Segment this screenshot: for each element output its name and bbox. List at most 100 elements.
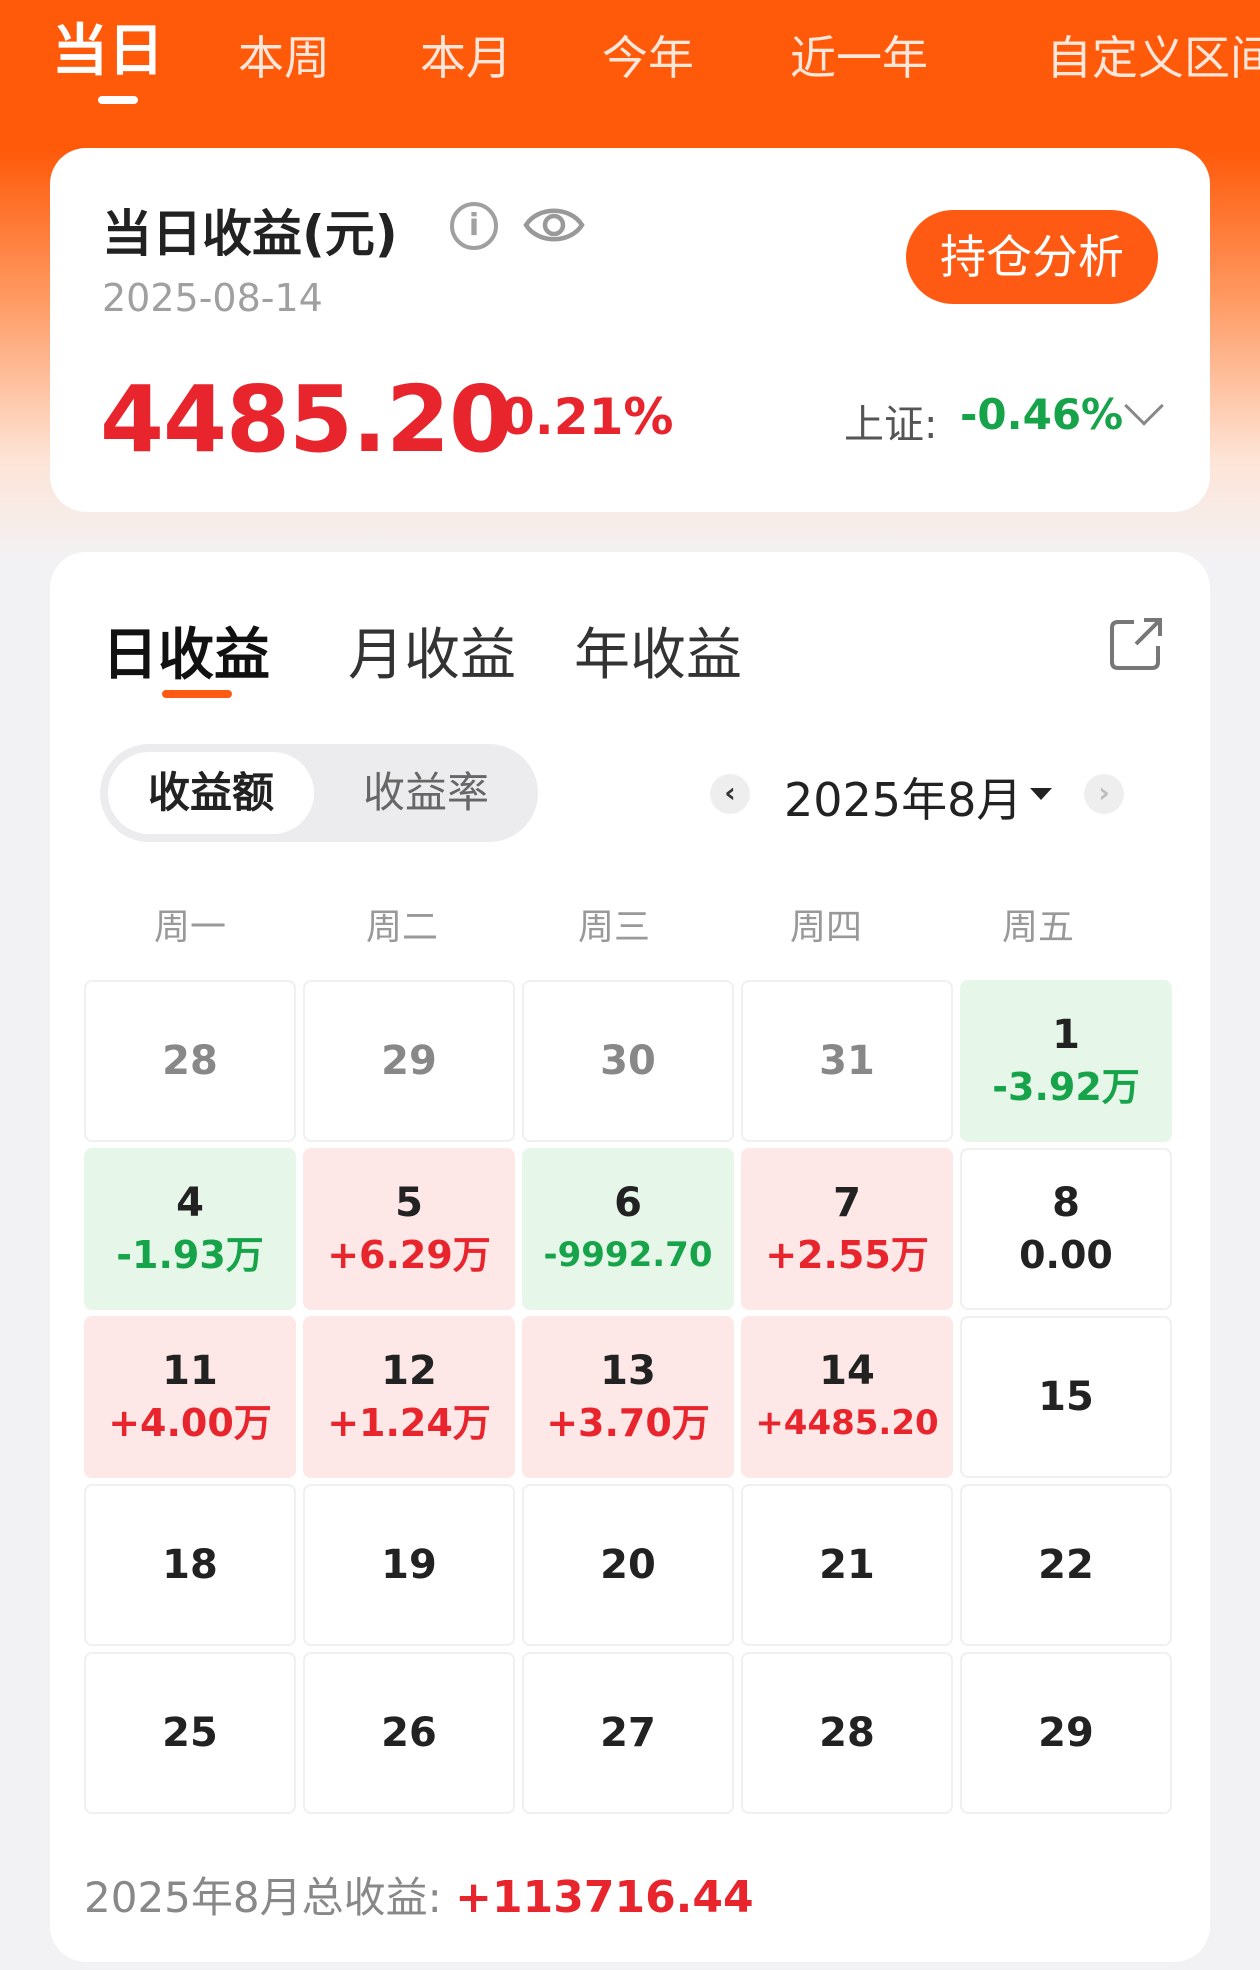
daily-earnings-card: 当日收益(元) i 2025-08-14 持仓分析 4485.20 0.21% …: [50, 148, 1210, 512]
calendar-day-cell[interactable]: 1 -3.92万: [960, 980, 1172, 1142]
tab-last-year[interactable]: 近一年: [790, 28, 928, 88]
earnings-rate: 0.21%: [500, 388, 674, 446]
chevron-down-icon[interactable]: [1124, 386, 1164, 426]
earnings-title: 当日收益(元): [102, 205, 398, 263]
calendar-day-cell[interactable]: 21: [741, 1484, 953, 1646]
day-number: 22: [1038, 1542, 1094, 1588]
position-analysis-button[interactable]: 持仓分析: [906, 210, 1158, 304]
day-number: 27: [600, 1710, 656, 1756]
day-number: 12: [381, 1348, 437, 1394]
share-icon[interactable]: [1108, 614, 1166, 672]
tab-custom-range[interactable]: 自定义区间: [1046, 28, 1260, 88]
earnings-date: 2025-08-14: [102, 276, 323, 320]
calendar-day-cell[interactable]: 28: [741, 1652, 953, 1814]
day-number: 29: [1038, 1710, 1094, 1756]
caret-down-icon[interactable]: [1030, 788, 1052, 800]
calendar-day-cell[interactable]: 4 -1.93万: [84, 1148, 296, 1310]
calendar-day-cell[interactable]: 28: [84, 980, 296, 1142]
weekday-header: 周五: [1001, 907, 1074, 948]
calendar-day-cell[interactable]: 18: [84, 1484, 296, 1646]
day-number: 18: [162, 1542, 218, 1588]
day-earnings: 0.00: [1019, 1233, 1113, 1277]
day-number: 29: [381, 1038, 437, 1084]
metric-toggle: 收益额 收益率: [100, 744, 538, 842]
calendar-day-cell[interactable]: 31: [741, 980, 953, 1142]
day-number: 14: [819, 1348, 875, 1394]
day-number: 20: [600, 1542, 656, 1588]
month-total-label: 2025年8月总收益:: [84, 1873, 442, 1922]
tab-monthly-earnings[interactable]: 月收益: [348, 610, 516, 691]
calendar-day-cell[interactable]: 15: [960, 1316, 1172, 1478]
calendar-day-cell[interactable]: 20: [522, 1484, 734, 1646]
calendar-day-cell[interactable]: 29: [303, 980, 515, 1142]
tab-daily-earnings[interactable]: 日收益: [102, 610, 270, 691]
day-number: 30: [600, 1038, 656, 1084]
day-number: 8: [1052, 1180, 1080, 1226]
day-number: 11: [162, 1348, 218, 1394]
day-number: 25: [162, 1710, 218, 1756]
tab-today[interactable]: 当日: [52, 22, 164, 82]
segment-rate[interactable]: 收益率: [322, 752, 530, 834]
index-change: -0.46%: [960, 390, 1124, 439]
day-number: 28: [162, 1038, 218, 1084]
day-number: 5: [395, 1180, 423, 1226]
day-number: 31: [819, 1038, 875, 1084]
day-number: 21: [819, 1542, 875, 1588]
month-selector[interactable]: 2025年8月: [784, 764, 1022, 830]
day-earnings: -3.92万: [992, 1065, 1140, 1109]
month-total: 2025年8月总收益: +113716.44: [84, 1864, 754, 1925]
period-tab-indicator: [98, 96, 138, 104]
day-earnings: +3.70万: [546, 1401, 710, 1445]
calendar-day-cell[interactable]: 22: [960, 1484, 1172, 1646]
calendar-grid: 28 29 30 31 1 -3.92万 4 -1.93万 5 +6.29万 6 -9992.70 7 +…: [84, 980, 1176, 1814]
day-earnings: +2.55万: [765, 1233, 929, 1277]
calendar-day-cell[interactable]: 11 +4.00万: [84, 1316, 296, 1478]
day-earnings: +6.29万: [327, 1233, 491, 1277]
earnings-calendar-card: 日收益 月收益 年收益 收益额 收益率 ‹ 2025年8月 › 周一 周二 周三…: [50, 552, 1210, 1962]
day-number: 1: [1052, 1012, 1080, 1058]
weekday-header: 周四: [789, 907, 862, 948]
day-number: 26: [381, 1710, 437, 1756]
day-number: 7: [833, 1180, 861, 1226]
day-earnings: +4.00万: [108, 1401, 272, 1445]
day-number: 15: [1038, 1374, 1094, 1420]
period-tabs: 当日 本周 本月 今年 近一年 自定义区间: [0, 0, 1260, 112]
day-earnings: +4485.20: [755, 1403, 939, 1443]
tab-this-week[interactable]: 本周: [238, 28, 330, 88]
segment-amount[interactable]: 收益额: [108, 752, 314, 834]
calendar-day-cell[interactable]: 13 +3.70万: [522, 1316, 734, 1478]
tab-this-year[interactable]: 今年: [602, 28, 694, 88]
calendar-day-cell[interactable]: 6 -9992.70: [522, 1148, 734, 1310]
tab-this-month[interactable]: 本月: [420, 28, 512, 88]
calendar-day-cell[interactable]: 25: [84, 1652, 296, 1814]
day-earnings: -1.93万: [116, 1233, 264, 1277]
day-number: 28: [819, 1710, 875, 1756]
day-number: 4: [176, 1180, 204, 1226]
earnings-amount: 4485.20: [100, 366, 513, 473]
index-label: 上证:: [844, 402, 938, 448]
weekday-header: 周一: [153, 907, 226, 948]
calendar-day-cell[interactable]: 5 +6.29万: [303, 1148, 515, 1310]
day-number: 6: [614, 1180, 642, 1226]
chevron-left-icon[interactable]: ‹: [710, 774, 750, 814]
day-earnings: +1.24万: [327, 1401, 491, 1445]
calendar-day-cell[interactable]: 19: [303, 1484, 515, 1646]
calendar-day-cell[interactable]: 30: [522, 980, 734, 1142]
day-earnings: -9992.70: [543, 1235, 713, 1275]
calendar-day-cell[interactable]: 27: [522, 1652, 734, 1814]
view-tab-indicator: [162, 690, 232, 698]
weekday-header: 周二: [365, 907, 438, 948]
calendar-day-cell[interactable]: 7 +2.55万: [741, 1148, 953, 1310]
day-number: 13: [600, 1348, 656, 1394]
calendar-day-cell[interactable]: 12 +1.24万: [303, 1316, 515, 1478]
weekday-header: 周三: [577, 907, 650, 948]
tab-yearly-earnings[interactable]: 年收益: [574, 610, 742, 691]
chevron-right-icon[interactable]: ›: [1084, 774, 1124, 814]
calendar-day-cell[interactable]: 29: [960, 1652, 1172, 1814]
info-icon[interactable]: i: [450, 202, 498, 250]
calendar-day-cell[interactable]: 14 +4485.20: [741, 1316, 953, 1478]
day-number: 19: [381, 1542, 437, 1588]
eye-icon[interactable]: [522, 200, 586, 250]
calendar-day-cell[interactable]: 8 0.00: [960, 1148, 1172, 1310]
calendar-day-cell[interactable]: 26: [303, 1652, 515, 1814]
